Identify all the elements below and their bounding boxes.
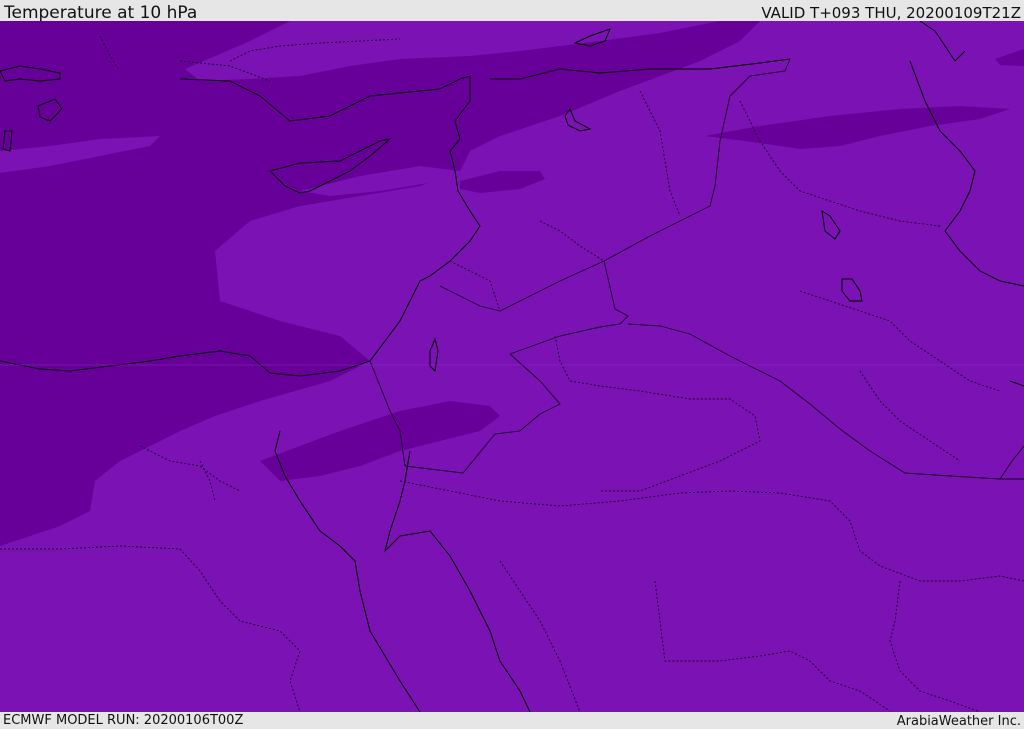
map-svg [0,21,1024,712]
model-run-label: ECMWF MODEL RUN: 20200106T00Z [3,713,244,728]
brand-label: ArabiaWeather Inc. [896,714,1021,729]
map-title: Temperature at 10 hPa [4,3,198,23]
footer-bar: ECMWF MODEL RUN: 20200106T00Z ArabiaWeat… [0,712,1024,729]
map-area [0,21,1024,712]
valid-time: VALID T+093 THU, 20200109T21Z [761,4,1021,22]
header-bar: Temperature at 10 hPa VALID T+093 THU, 2… [0,0,1024,23]
weather-map-page: Temperature at 10 hPa VALID T+093 THU, 2… [0,0,1024,729]
